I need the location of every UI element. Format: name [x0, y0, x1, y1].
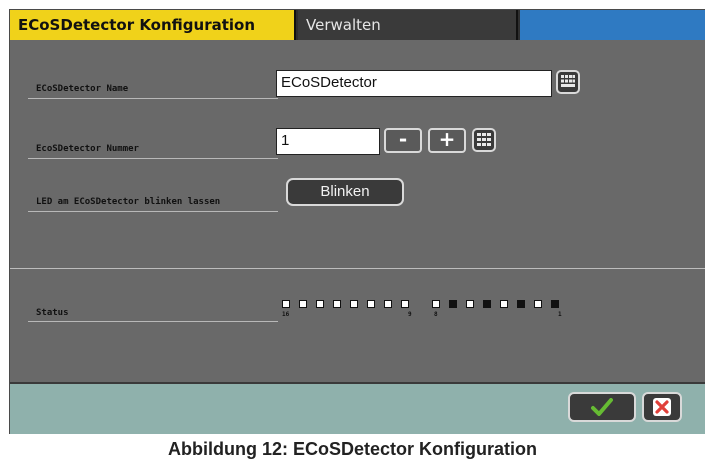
name-label-underline: [28, 98, 278, 99]
status-bit-1: [551, 300, 559, 308]
status-bit-6: [466, 300, 474, 308]
check-icon: [591, 398, 613, 416]
status-bit-12: [350, 300, 358, 308]
name-label: ECoSDetector Name: [36, 84, 129, 94]
bit-number-16: 16: [282, 311, 290, 318]
cancel-button[interactable]: [642, 392, 682, 422]
footer-bar: [10, 382, 705, 434]
bit-number-1: 1: [558, 311, 562, 318]
status-bit-15: [299, 300, 307, 308]
plus-button[interactable]: +: [428, 128, 466, 153]
section-divider: [10, 268, 705, 269]
status-bit-10: [384, 300, 392, 308]
status-label: Status: [36, 308, 69, 318]
number-field[interactable]: 1: [276, 128, 380, 155]
status-bit-3: [517, 300, 525, 308]
status-bit-14: [316, 300, 324, 308]
bit-number-9: 9: [408, 311, 412, 318]
status-bit-7: [449, 300, 457, 308]
number-label: EcoSDetector Nummer: [36, 144, 139, 154]
led-blink-label: LED am ECoSDetector blinken lassen: [36, 197, 221, 207]
status-bit-8: [432, 300, 440, 308]
status-bit-2: [534, 300, 542, 308]
bit-number-8: 8: [434, 311, 438, 318]
figure-caption: Abbildung 12: ECoSDetector Konfiguration: [168, 439, 537, 459]
number-label-underline: [28, 158, 278, 159]
confirm-button[interactable]: [568, 392, 636, 422]
tab-verwalten[interactable]: Verwalten: [298, 10, 518, 40]
numpad-icon[interactable]: [472, 128, 496, 152]
keyboard-icon[interactable]: [556, 70, 580, 94]
status-bit-16: [282, 300, 290, 308]
status-label-underline: [28, 321, 278, 322]
tab-bar: ECoSDetector Konfiguration Verwalten: [10, 10, 705, 40]
blink-button[interactable]: Blinken: [286, 178, 404, 206]
status-bit-13: [333, 300, 341, 308]
config-window: ECoSDetector Konfiguration Verwalten ECo…: [9, 9, 705, 434]
tab-bar-filler: [520, 10, 705, 40]
tab-ecosdetector-konfiguration[interactable]: ECoSDetector Konfiguration: [10, 10, 296, 40]
status-bit-9: [401, 300, 409, 308]
name-field[interactable]: ECoSDetector: [276, 70, 552, 97]
status-bit-11: [367, 300, 375, 308]
minus-button[interactable]: -: [384, 128, 422, 153]
cross-icon: [653, 398, 671, 416]
status-bit-4: [500, 300, 508, 308]
status-bit-5: [483, 300, 491, 308]
led-label-underline: [28, 211, 278, 212]
